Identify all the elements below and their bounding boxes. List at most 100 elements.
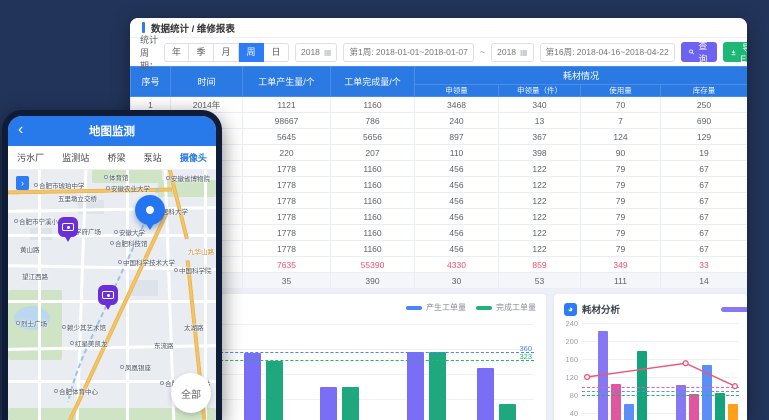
table-average-row: 平均值35390305311114 — [131, 273, 748, 289]
table-cell: 122 — [499, 177, 581, 193]
pie-chart-icon: ◕ — [564, 303, 577, 316]
consumables-chart-header: ◕ 耗材分析 — [554, 294, 747, 316]
table-cell: 390 — [331, 273, 415, 289]
poi-icon — [106, 186, 110, 190]
col-subheader-4: 库存量 — [661, 85, 748, 97]
map-view[interactable]: › 全部 体育馆合肥市琥珀中学安徽农业大学安徽省博物院五里墩立交桥安徽医科大学合… — [8, 170, 216, 420]
table-cell: 79 — [581, 225, 661, 241]
poi-icon — [118, 260, 122, 264]
map-label: 东流路 — [154, 340, 174, 350]
y-axis-tick: 240 — [560, 319, 578, 328]
map-label: 望江西路 — [22, 271, 48, 281]
col-subheader-1: 申领量 — [415, 85, 499, 97]
table-cell: 859 — [499, 257, 581, 273]
phone-tab-bar: 污水厂 监测站 桥梁 泵站 摄像头 — [8, 146, 216, 170]
reference-line-value: 323 — [519, 352, 532, 361]
col-header-completed: 工单完成量/个 — [331, 67, 415, 97]
export-button-label: 导出Excel — [739, 41, 747, 64]
consumables-legend-pill — [721, 307, 747, 312]
period-option-周[interactable]: 周 — [239, 43, 264, 62]
table-cell: 122 — [499, 225, 581, 241]
table-cell: 1778 — [243, 225, 331, 241]
period-segment: 年季月周日 — [164, 43, 289, 62]
period-option-年[interactable]: 年 — [164, 43, 189, 62]
consumables-chart-title: 耗材分析 — [582, 302, 620, 316]
start-year-value: 2018 — [301, 47, 320, 57]
map-label: 合肥科技馆 — [110, 238, 148, 248]
marker-dot — [146, 206, 154, 214]
table-row: 177811604561227967 — [131, 209, 748, 225]
period-option-季[interactable]: 季 — [189, 43, 214, 62]
table-cell: 79 — [581, 161, 661, 177]
tab-桥梁[interactable]: 桥梁 — [107, 151, 125, 164]
range-separator: ~ — [480, 47, 485, 57]
table-cell: 33 — [661, 257, 748, 273]
col-header-time: 时间 — [171, 67, 243, 97]
filter-bar: 统计周期： 年季月周日 2018 ▦ 第1周: 2018-01-01~2018-… — [130, 38, 747, 66]
query-button[interactable]: 查询 — [681, 42, 717, 62]
table-cell: 98667 — [243, 113, 331, 129]
period-option-日[interactable]: 日 — [264, 43, 289, 62]
consumables-chart-plot: 2402001601208040 — [582, 322, 739, 420]
table-cell: 207 — [331, 145, 415, 161]
camera-pin[interactable] — [98, 285, 118, 305]
table-cell: 67 — [661, 241, 748, 257]
y-axis-tick: 120 — [560, 373, 578, 382]
bar-产生工单量 — [244, 353, 261, 420]
bar-完成工单量 — [342, 387, 359, 420]
back-chevron-icon[interactable]: ‹ — [18, 120, 23, 140]
table-cell: 124 — [581, 129, 661, 145]
charts-row: 产生工单量 完成工单量 360323 ◕ 耗材分析 24020016012080… — [130, 294, 747, 420]
y-axis-tick: 160 — [560, 355, 578, 364]
tab-摄像头[interactable]: 摄像头 — [180, 151, 207, 164]
poi-icon — [16, 321, 20, 325]
table-row: 177811604561227967 — [131, 177, 748, 193]
table-cell: 122 — [499, 161, 581, 177]
end-year-select[interactable]: 2018 ▦ — [491, 43, 533, 62]
export-excel-button[interactable]: 导出Excel — [723, 42, 747, 62]
start-year-select[interactable]: 2018 ▦ — [295, 43, 337, 62]
table-row: 177811604561227967 — [131, 241, 748, 257]
tab-污水厂[interactable]: 污水厂 — [17, 151, 44, 164]
table-cell: 122 — [499, 209, 581, 225]
table-cell: 1778 — [243, 241, 331, 257]
search-icon — [689, 48, 694, 56]
legend-item-completed: 完成工单量 — [476, 302, 536, 313]
tab-泵站[interactable]: 泵站 — [144, 151, 162, 164]
show-all-button[interactable]: 全部 — [171, 373, 211, 413]
table-cell: 122 — [499, 193, 581, 209]
map-expand-button[interactable]: › — [16, 176, 29, 190]
selected-camera-marker[interactable] — [135, 195, 165, 225]
col-header-consumables-group: 耗材情况 — [415, 67, 748, 85]
export-icon — [731, 48, 736, 57]
y-axis-tick: 80 — [560, 391, 578, 400]
table-cell: 70 — [581, 97, 661, 113]
end-year-value: 2018 — [497, 47, 516, 57]
breadcrumb: 数据统计 / 维修报表 — [151, 21, 235, 35]
trend-line — [582, 322, 739, 420]
table-cell: 7 — [581, 113, 661, 129]
table-cell: 1160 — [331, 177, 415, 193]
calendar-icon: ▦ — [520, 48, 528, 57]
table-row: 177811604561227967 — [131, 193, 748, 209]
camera-pin[interactable] — [58, 217, 78, 237]
bar-产生工单量 — [477, 368, 494, 420]
tab-监测站[interactable]: 监测站 — [62, 151, 89, 164]
map-label: 安徽大学 — [114, 227, 145, 237]
table-cell: 7635 — [243, 257, 331, 273]
col-header-created: 工单产生量/个 — [243, 67, 331, 97]
poi-icon — [70, 341, 74, 345]
table-cell: 1160 — [331, 241, 415, 257]
phone-screen: ‹ 地图监测 污水厂监测站桥梁泵站摄像头 — [8, 116, 216, 420]
end-week-input[interactable]: 第16周: 2018-04-16~2018-04-22 — [540, 43, 675, 62]
period-label: 统计周期： — [140, 33, 158, 72]
poi-icon — [120, 365, 124, 369]
period-option-月[interactable]: 月 — [214, 43, 239, 62]
table-cell: 1160 — [331, 193, 415, 209]
table-cell: 53 — [499, 273, 581, 289]
start-week-input[interactable]: 第1周: 2018-01-01~2018-01-07 — [343, 43, 473, 62]
table-cell: 1160 — [331, 209, 415, 225]
bar-完成工单量 — [429, 352, 446, 420]
table-cell: 456 — [415, 241, 499, 257]
table-cell: 1778 — [243, 161, 331, 177]
